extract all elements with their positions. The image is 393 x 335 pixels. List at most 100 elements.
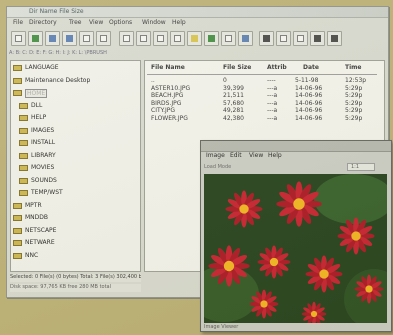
file-cell-attr: ---a	[267, 92, 278, 99]
directory-tree[interactable]: LANGUAGE Maintenance Desktop HOME DLL HELP IM…	[10, 60, 141, 272]
tree-item[interactable]: HOME	[11, 89, 140, 98]
tree-item[interactable]: NETWARE	[11, 239, 140, 248]
tree-item-label: MNDDB	[25, 214, 49, 221]
drive-button[interactable]	[276, 31, 291, 46]
tree-item-label: IMAGES	[31, 126, 55, 134]
folder-icon	[19, 115, 28, 121]
tree-item[interactable]: MOVIES	[11, 164, 140, 173]
view-small-icons-button[interactable]	[136, 31, 151, 46]
network-icon	[297, 35, 304, 42]
tree-item[interactable]: MNDDB	[11, 214, 140, 223]
file-cell-size: 57,680	[223, 99, 244, 107]
menu-directory[interactable]: Directory	[29, 19, 57, 26]
tree-item[interactable]: MPTR	[11, 202, 140, 211]
search-button[interactable]	[187, 31, 202, 46]
viewer-info: Load Mode	[204, 164, 232, 170]
file-cell-date: 14-06-96	[295, 99, 323, 107]
arrow-left-icon	[314, 35, 321, 42]
zoom-select[interactable]: 1:1	[347, 163, 375, 171]
file-cell-size: 21,511	[223, 92, 244, 99]
tree-item-label: Maintenance Desktop	[25, 76, 91, 84]
move-button[interactable]	[62, 31, 77, 46]
tree-item[interactable]: NNC	[11, 252, 140, 261]
file-cell-size: 0	[223, 77, 227, 84]
view-details-button[interactable]	[170, 31, 185, 46]
printer-icon	[263, 35, 270, 42]
clipboard-icon	[225, 35, 232, 42]
file-cell-size: 39,399	[223, 84, 244, 92]
viewer-menu-help[interactable]: Help	[268, 152, 282, 159]
menu-file[interactable]: File	[13, 19, 23, 26]
column-header-attrib[interactable]: Attrib	[267, 64, 287, 71]
status-disk-space: Disk space: 97,765 KB free 280 MB total	[10, 284, 141, 292]
folder-icon	[13, 90, 22, 96]
column-header-size[interactable]: File Size	[223, 64, 251, 71]
file-cell-name[interactable]: ..	[151, 77, 155, 84]
tree-item[interactable]: Maintenance Desktop	[11, 77, 140, 86]
file-cell-name[interactable]: FLOWER.JPG	[151, 115, 188, 122]
open-folder-icon	[32, 35, 39, 42]
menu-window[interactable]: Window	[142, 19, 166, 26]
tree-item[interactable]: LIBRARY	[11, 152, 140, 161]
tree-item[interactable]: DLL	[11, 102, 140, 111]
folder-icon	[13, 77, 22, 84]
properties-icon	[242, 35, 249, 42]
folder-icon	[13, 202, 22, 209]
tree-item[interactable]: HELP	[11, 114, 140, 123]
file-cell-name[interactable]: BIRDS.JPG	[151, 100, 181, 107]
tree-item[interactable]: INSTALL	[11, 139, 140, 148]
folder-icon	[13, 252, 22, 259]
viewer-menu-edit[interactable]: Edit	[230, 152, 242, 159]
open-button[interactable]	[28, 31, 43, 46]
copy-button[interactable]	[45, 31, 60, 46]
tree-item[interactable]: NETSCAPE	[11, 227, 140, 236]
column-header-time[interactable]: Time	[345, 64, 361, 71]
tree-item-label: LANGUAGE	[25, 64, 59, 71]
file-cell-name[interactable]: CITY.JPG	[151, 107, 175, 114]
zoom-value: 1:1	[351, 164, 360, 170]
tree-item[interactable]: IMAGES	[11, 127, 140, 136]
forward-button[interactable]	[327, 31, 342, 46]
compare-button[interactable]	[204, 31, 219, 46]
column-header-name[interactable]: File Name	[151, 64, 185, 71]
tree-item-label: TEMP/WST	[31, 189, 63, 196]
file-cell-time: 12:53p	[345, 77, 367, 84]
new-file-button[interactable]	[11, 31, 26, 46]
tree-item-label: MPTR	[25, 201, 42, 209]
clipboard-button[interactable]	[221, 31, 236, 46]
file-cell-name[interactable]: BEACH.JPG	[151, 92, 183, 99]
file-cell-attr: ---a	[267, 114, 278, 122]
viewer-title-bar[interactable]	[201, 141, 391, 152]
small-icons-icon	[140, 35, 147, 42]
network-button[interactable]	[293, 31, 308, 46]
delete-button[interactable]	[79, 31, 94, 46]
document-icon	[15, 35, 22, 42]
menu-view[interactable]: View	[89, 19, 103, 26]
folder-icon	[19, 140, 28, 146]
arrow-right-icon	[331, 35, 338, 42]
tree-item[interactable]: LANGUAGE	[11, 64, 140, 73]
tree-item[interactable]: SOUNDS	[11, 177, 140, 186]
column-header-date[interactable]: Date	[303, 64, 319, 71]
tree-item-label: MOVIES	[31, 164, 55, 171]
view-large-icons-button[interactable]	[119, 31, 134, 46]
menu-help[interactable]: Help	[172, 19, 186, 26]
back-button[interactable]	[310, 31, 325, 46]
print-button[interactable]	[259, 31, 274, 46]
view-list-button[interactable]	[153, 31, 168, 46]
rename-button[interactable]	[96, 31, 111, 46]
properties-button[interactable]	[238, 31, 253, 46]
tree-item-label: DLL	[31, 101, 43, 109]
menu-options[interactable]: Options	[109, 19, 132, 26]
drive-bar[interactable]: A: B: C: D: E: F: G: H: I: J: K: L: \PBR…	[9, 50, 386, 59]
tree-item-label: HELP	[31, 114, 47, 121]
viewer-menu-view[interactable]: View	[249, 152, 263, 159]
menu-tree[interactable]: Tree	[69, 19, 82, 26]
file-cell-name[interactable]: ASTER10.JPG	[151, 85, 190, 92]
viewer-menu-image[interactable]: Image	[206, 152, 225, 159]
file-cell-attr: ---a	[267, 84, 278, 92]
header-divider	[147, 74, 377, 75]
tree-item[interactable]: TEMP/WST	[11, 189, 140, 198]
image-viewer-window[interactable]: Image Edit View Help Load Mode 1:1 Image…	[200, 140, 392, 332]
tree-item-label: NETSCAPE	[25, 226, 57, 234]
